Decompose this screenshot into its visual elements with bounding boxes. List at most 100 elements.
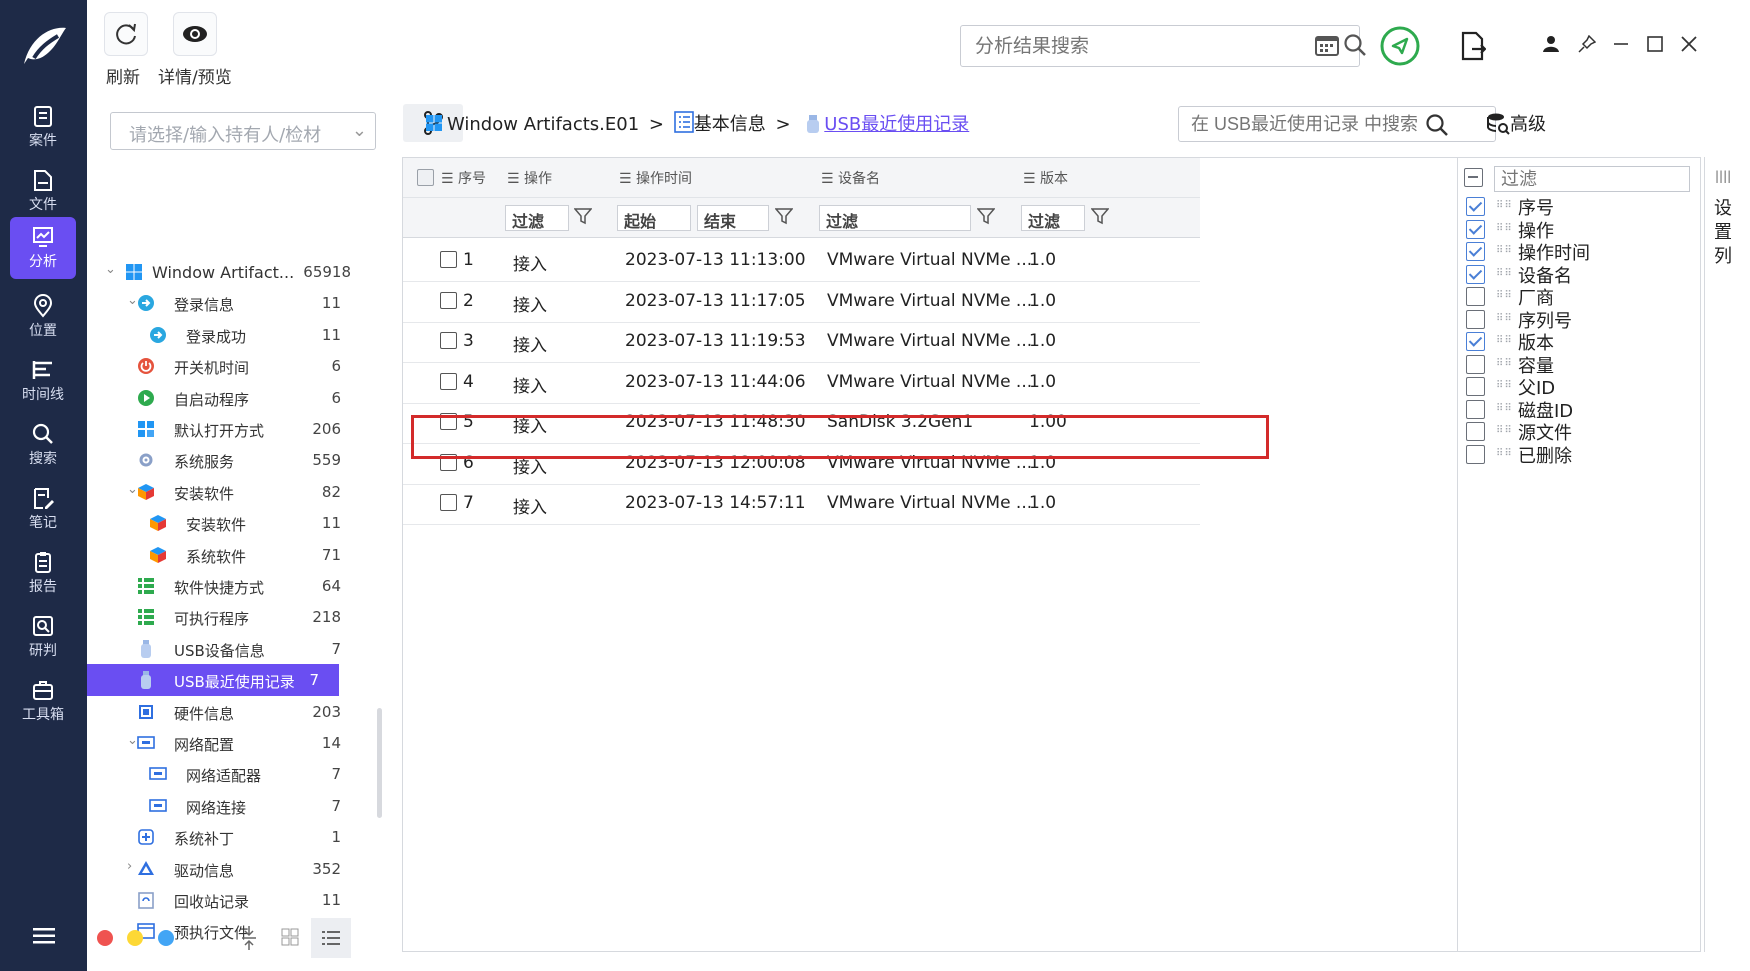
search-icon[interactable] <box>1342 32 1368 58</box>
menu-icon[interactable] <box>33 927 55 949</box>
tree-scrollbar[interactable] <box>377 708 382 818</box>
row-checkbox[interactable] <box>440 332 457 349</box>
maximize-icon[interactable] <box>1645 34 1665 54</box>
filter-icon[interactable] <box>573 207 594 227</box>
table-row[interactable]: 2 接入 2023-07-13 11:17:05 VMware Virtual NVM… <box>403 279 1200 323</box>
close-icon[interactable] <box>1679 34 1699 54</box>
tree-item[interactable]: 可执行程序 218 <box>97 601 377 633</box>
op-filter-input[interactable]: 过滤 <box>505 205 569 231</box>
preview-button[interactable] <box>173 12 217 56</box>
red-dot-icon[interactable] <box>97 930 113 946</box>
filter-icon[interactable] <box>774 207 795 227</box>
drag-handle-icon[interactable]: ⠿⠿ <box>1496 223 1513 234</box>
drag-handle-icon[interactable]: ⠿⠿ <box>1496 200 1513 211</box>
tree-item[interactable]: 网络连接 7 <box>97 790 377 822</box>
column-checkbox[interactable] <box>1466 242 1485 261</box>
result-search-input[interactable] <box>960 25 1360 67</box>
column-checkbox[interactable] <box>1466 354 1485 374</box>
drag-handle-icon[interactable]: ⠿⠿ <box>1496 403 1513 414</box>
tree-item[interactable]: 开关机时间 6 <box>97 350 377 382</box>
col-header-time[interactable]: ☰ 操作时间 <box>619 168 692 188</box>
filter-icon[interactable] <box>1090 207 1111 227</box>
tree-item[interactable]: › 驱动信息 352 <box>97 853 377 885</box>
nav-item-report[interactable]: 报告 <box>10 542 76 604</box>
table-row[interactable]: 7 接入 2023-07-13 14:57:11 VMware Virtual NVM… <box>403 481 1200 525</box>
table-row[interactable]: 4 接入 2023-07-13 11:44:06 VMware Virtual NVM… <box>403 360 1200 404</box>
nav-item-judge[interactable]: 研判 <box>10 606 76 668</box>
tree-item[interactable]: 回收站记录 11 <box>97 884 377 916</box>
column-checkbox[interactable] <box>1466 287 1485 306</box>
drag-handle-icon[interactable]: ⠿⠿ <box>1496 313 1513 324</box>
list-view-icon[interactable] <box>311 918 351 958</box>
nav-item-note[interactable]: 笔记 <box>10 478 76 540</box>
nav-item-location[interactable]: 位置 <box>10 286 76 348</box>
column-checkbox[interactable] <box>1466 197 1485 216</box>
tree-item[interactable]: 系统服务 559 <box>97 444 377 476</box>
column-checkbox[interactable] <box>1466 444 1485 464</box>
drag-handle-icon[interactable]: ⠿⠿ <box>1496 380 1513 391</box>
drag-handle-icon[interactable]: ⠿⠿ <box>1496 335 1513 346</box>
tree-item[interactable]: 硬件信息 203 <box>97 696 377 728</box>
status-check-icon[interactable] <box>1380 26 1420 66</box>
tree-item[interactable]: ⌄ 登录信息 11 <box>97 287 377 319</box>
version-filter-input[interactable]: 过滤 <box>1021 205 1085 231</box>
advanced-search-button[interactable]: 高级 <box>1486 110 1546 136</box>
tree-item[interactable]: ⌄ 网络配置 14 <box>97 727 377 759</box>
tree-item[interactable]: 网络适配器 7 <box>97 758 377 790</box>
column-checkbox[interactable] <box>1466 422 1485 441</box>
tree-item[interactable]: 软件快捷方式 64 <box>97 570 377 602</box>
owner-select[interactable]: 请选择/输入持有人/检材 ⌄ <box>110 112 376 150</box>
row-checkbox[interactable] <box>440 372 457 390</box>
col-header-device[interactable]: ☰ 设备名 <box>821 168 880 188</box>
chevron-down-icon[interactable]: ⌄ <box>105 262 119 277</box>
yellow-dot-icon[interactable] <box>127 930 143 946</box>
filter-icon[interactable] <box>976 207 997 227</box>
drag-handle-icon[interactable]: ⠿⠿ <box>1496 448 1513 459</box>
row-checkbox[interactable] <box>440 494 457 511</box>
tree-item[interactable]: 系统软件 71 <box>97 539 377 571</box>
pin-icon[interactable] <box>1577 34 1597 54</box>
column-checkbox[interactable] <box>1466 264 1485 284</box>
row-checkbox[interactable] <box>440 251 457 268</box>
time-start-input[interactable]: 起始 <box>617 205 691 231</box>
col-header-no[interactable]: ☰ 序号 <box>441 168 486 188</box>
table-row[interactable]: 3 接入 2023-07-13 11:19:53 VMware Virtual NVM… <box>403 319 1200 363</box>
minimize-icon[interactable] <box>1611 34 1631 54</box>
column-checkbox[interactable] <box>1466 309 1485 329</box>
refresh-button[interactable] <box>104 12 148 56</box>
collapse-all-icon[interactable] <box>240 926 258 954</box>
tree-item[interactable]: 系统补丁 1 <box>97 821 377 853</box>
grid-view-icon[interactable] <box>281 928 299 950</box>
column-checkbox[interactable] <box>1466 219 1485 239</box>
column-checkbox[interactable] <box>1466 399 1485 419</box>
blue-dot-icon[interactable] <box>158 930 174 946</box>
user-icon[interactable] <box>1541 34 1561 54</box>
nav-item-toolbox[interactable]: 工具箱 <box>10 670 76 732</box>
row-checkbox[interactable] <box>440 291 457 309</box>
search-icon[interactable] <box>1425 113 1449 141</box>
column-filter-input[interactable] <box>1494 166 1690 192</box>
table-row[interactable]: 1 接入 2023-07-13 11:13:00 VMware Virtual NVM… <box>403 238 1200 282</box>
drag-handle-icon[interactable]: ⠿⠿ <box>1496 425 1513 436</box>
tree-item[interactable]: 默认打开方式 206 <box>97 413 377 445</box>
nav-item-search[interactable]: 搜索 <box>10 414 76 476</box>
device-filter-input[interactable]: 过滤 <box>819 205 971 231</box>
column-settings-tab[interactable]: |||| 设置列 <box>1704 157 1740 952</box>
tree-item[interactable]: 登录成功 11 <box>97 319 377 351</box>
tree-item[interactable]: 安装软件 11 <box>97 507 377 539</box>
col-header-op[interactable]: ☰ 操作 <box>507 168 552 188</box>
drag-handle-icon[interactable]: ⠿⠿ <box>1496 358 1513 369</box>
breadcrumb-current[interactable]: USB最近使用记录 <box>824 114 969 135</box>
tree-item[interactable]: 自启动程序 6 <box>97 382 377 414</box>
time-end-input[interactable]: 结束 <box>697 205 769 231</box>
nav-item-analysis[interactable]: 分析 <box>10 217 76 279</box>
col-header-version[interactable]: ☰ 版本 <box>1023 168 1068 188</box>
column-checkbox[interactable] <box>1466 332 1485 351</box>
drag-handle-icon[interactable]: ⠿⠿ <box>1496 268 1513 279</box>
breadcrumb-root[interactable]: Window Artifacts.E01 <box>447 114 639 135</box>
tree-item[interactable]: ⌄ Window Artifact... 65918 <box>97 256 377 288</box>
tree-item[interactable]: ⌄ 安装软件 82 <box>97 476 377 508</box>
export-icon[interactable] <box>1458 30 1488 62</box>
nav-item-timeline[interactable]: 时间线 <box>10 350 76 412</box>
tree-item[interactable]: USB设备信息 7 <box>97 633 377 665</box>
